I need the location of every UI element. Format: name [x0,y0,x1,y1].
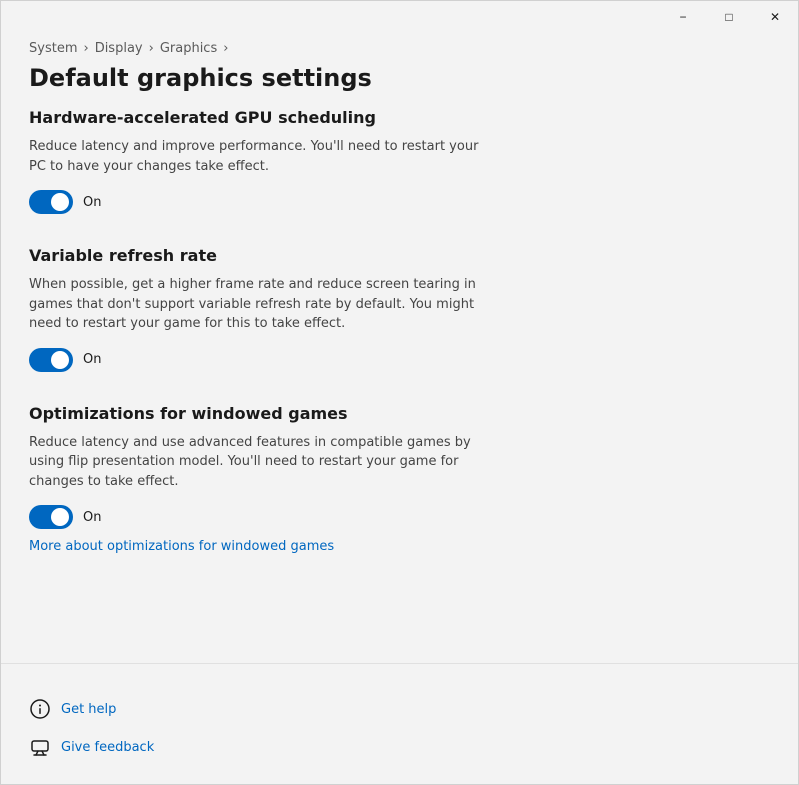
windowed-games-toggle-row: On [29,505,770,529]
variable-refresh-toggle[interactable] [29,348,73,372]
breadcrumb-sep-2: › [149,41,154,56]
gpu-scheduling-desc: Reduce latency and improve performance. … [29,137,489,176]
maximize-button[interactable]: □ [706,1,752,33]
variable-refresh-title: Variable refresh rate [29,246,770,265]
give-feedback-item[interactable]: Give feedback [29,730,770,764]
footer-divider [1,663,798,664]
windowed-games-link[interactable]: More about optimizations for windowed ga… [29,539,334,554]
settings-window: − □ ✕ System › Display › Graphics › Defa… [0,0,799,785]
get-help-link[interactable]: Get help [61,702,116,717]
minimize-button[interactable]: − [660,1,706,33]
section-gpu-scheduling: Hardware-accelerated GPU scheduling Redu… [29,108,770,214]
windowed-games-toggle[interactable] [29,505,73,529]
breadcrumb-sep-1: › [83,41,88,56]
variable-refresh-toggle-row: On [29,348,770,372]
close-button[interactable]: ✕ [752,1,798,33]
variable-refresh-toggle-label: On [83,352,101,367]
help-icon [29,698,51,720]
gpu-scheduling-toggle[interactable] [29,190,73,214]
gpu-scheduling-toggle-label: On [83,195,101,210]
windowed-games-toggle-label: On [83,510,101,525]
breadcrumb-sep-3: › [223,41,228,56]
gpu-scheduling-title: Hardware-accelerated GPU scheduling [29,108,770,127]
title-bar: − □ ✕ [1,1,798,33]
gpu-scheduling-toggle-row: On [29,190,770,214]
page-title: Default graphics settings [29,64,770,92]
feedback-icon [29,736,51,758]
windowed-games-title: Optimizations for windowed games [29,404,770,423]
footer: Get help Give feedback [1,680,798,784]
windowed-games-desc: Reduce latency and use advanced features… [29,433,489,492]
breadcrumb-graphics[interactable]: Graphics [160,41,217,56]
breadcrumb-display[interactable]: Display [95,41,143,56]
section-windowed-games: Optimizations for windowed games Reduce … [29,404,770,555]
breadcrumb-system[interactable]: System [29,41,77,56]
give-feedback-link[interactable]: Give feedback [61,740,154,755]
section-variable-refresh: Variable refresh rate When possible, get… [29,246,770,372]
breadcrumb: System › Display › Graphics › Default gr… [1,33,798,108]
variable-refresh-desc: When possible, get a higher frame rate a… [29,275,489,334]
get-help-item[interactable]: Get help [29,692,770,726]
content-area: Hardware-accelerated GPU scheduling Redu… [1,108,798,659]
